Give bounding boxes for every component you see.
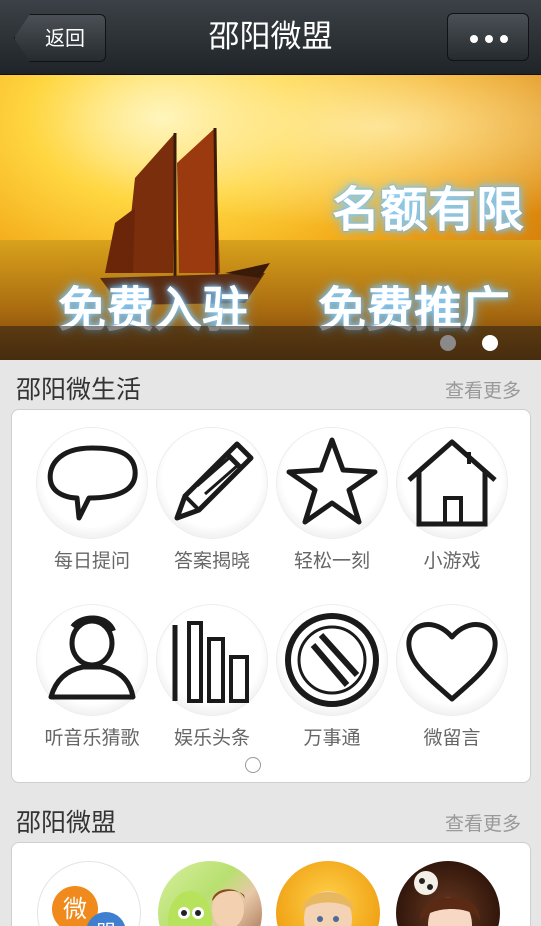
speech-bubble-icon xyxy=(37,428,147,538)
banner-pager-dot[interactable] xyxy=(440,335,456,351)
section-header-alliance: 邵阳微盟 查看更多 xyxy=(0,795,541,843)
grid-label: 答案揭晓 xyxy=(173,550,250,572)
girl-photo-icon xyxy=(414,871,481,926)
alliance-card: 微 盟 xyxy=(11,842,531,926)
alliance-logo-avatar[interactable]: 微 盟 xyxy=(37,861,141,926)
grid-label: 娱乐头条 xyxy=(173,727,250,749)
more-dot-icon xyxy=(485,35,493,43)
more-options-button[interactable] xyxy=(447,13,529,61)
bar-chart-icon xyxy=(157,605,267,715)
grid-label: 微留言 xyxy=(423,727,481,749)
alliance-avatar-child[interactable] xyxy=(276,861,380,926)
alliance-avatar-girl[interactable] xyxy=(396,861,500,926)
mascot-icon xyxy=(168,889,246,926)
person-icon xyxy=(37,605,147,715)
child-photo-icon xyxy=(302,891,354,926)
more-dot-icon xyxy=(470,35,478,43)
section-title: 邵阳微生活 xyxy=(16,375,142,404)
grid-item-know-all[interactable]: 万事通 xyxy=(272,605,392,775)
pencil-icon xyxy=(157,428,267,538)
banner-text-limited: 名额有限 xyxy=(332,182,525,238)
house-icon xyxy=(397,428,507,538)
section-header-life: 邵阳微生活 查看更多 xyxy=(0,362,541,410)
grid-label: 万事通 xyxy=(303,727,361,749)
grid-item-message[interactable]: 微留言 xyxy=(392,605,512,775)
grid-label: 小游戏 xyxy=(423,550,481,572)
promo-banner[interactable]: 名额有限 免费入驻 免费推广 xyxy=(0,75,541,360)
grid-item-entertainment[interactable]: 娱乐头条 xyxy=(152,605,272,775)
grid-item-guess-song[interactable]: 听音乐猜歌 xyxy=(32,605,152,775)
grid-label: 每日提问 xyxy=(53,550,130,572)
alliance-avatar-photo[interactable] xyxy=(158,861,262,926)
grid-label: 听音乐猜歌 xyxy=(44,727,140,749)
grid-item-relax[interactable]: 轻松一刻 xyxy=(272,428,392,598)
life-grid-card: 每日提问 答案揭晓 轻松一刻 小游戏 听音乐猜歌 娱乐头条 万事通 微留言 xyxy=(11,409,531,783)
top-nav-bar: 返回 邵阳微盟 xyxy=(0,0,541,75)
banner-pager-dot-active[interactable] xyxy=(482,335,498,351)
banner-pager-strip xyxy=(0,326,541,360)
grid-label: 轻松一刻 xyxy=(293,550,370,572)
more-dot-icon xyxy=(500,35,508,43)
grid-pager-dot[interactable] xyxy=(245,757,261,773)
grid-item-mini-game[interactable]: 小游戏 xyxy=(392,428,512,598)
heart-icon xyxy=(397,605,507,715)
see-more-link[interactable]: 查看更多 xyxy=(445,376,521,403)
star-icon xyxy=(277,428,387,538)
grid-item-daily-question[interactable]: 每日提问 xyxy=(32,428,152,598)
grid-item-answer-reveal[interactable]: 答案揭晓 xyxy=(152,428,272,598)
stripes-circle-icon xyxy=(277,605,387,715)
see-more-link[interactable]: 查看更多 xyxy=(445,809,521,836)
section-title: 邵阳微盟 xyxy=(16,808,117,837)
